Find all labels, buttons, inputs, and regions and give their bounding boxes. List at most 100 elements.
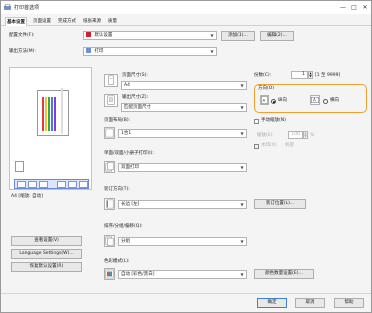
page-size-label: 页面尺寸(S): — [122, 73, 148, 78]
edit-profile-button[interactable]: 编辑(2)... — [260, 31, 294, 41]
page-view-icon[interactable] — [17, 181, 26, 188]
landscape-radio[interactable] — [323, 99, 328, 104]
restore-defaults-button[interactable]: 恢复默认设置(R) — [11, 262, 82, 272]
settings-view-icon[interactable] — [39, 181, 48, 188]
duplex-icon — [104, 161, 115, 173]
maximize-icon[interactable]: □ — [349, 3, 359, 12]
help-button[interactable]: 帮助 — [334, 298, 364, 308]
svg-text:A: A — [263, 98, 266, 103]
portrait-icon: A — [260, 95, 269, 105]
scale-stepper[interactable]: ▲ ▼ — [303, 131, 308, 139]
output-size-select[interactable]: 匹配页面尺寸 ▼ — [121, 103, 247, 112]
color-mode-value: 自动 [彩色/黑白] — [121, 272, 155, 277]
page-size-value: A4 — [124, 83, 130, 88]
add-profile-button[interactable]: 添加(1)... — [221, 31, 255, 41]
output-size-icon — [104, 94, 118, 107]
page-layout-value: 1合1 — [121, 131, 132, 136]
print-icon — [86, 48, 91, 53]
view-settings-button[interactable]: 查看设置(V) — [11, 236, 82, 246]
profile-label: 配置文件(F): — [9, 33, 35, 38]
collate-value: 分组 — [121, 239, 130, 244]
profile-value: 默认设置 — [94, 33, 113, 38]
landscape-label: 横向 — [330, 98, 339, 103]
chevron-down-icon: ▼ — [240, 272, 244, 277]
ok-button[interactable]: 确定 — [257, 298, 287, 308]
svg-text:A: A — [313, 98, 316, 103]
print-preview-panel — [9, 67, 92, 190]
tab-paper-source[interactable]: 纸张来源 — [82, 17, 102, 26]
color-mode-icon — [104, 268, 115, 280]
page-layout-icon — [104, 127, 115, 139]
page-size-icon — [104, 74, 118, 87]
chevron-down-icon: ▼ — [240, 131, 244, 136]
chevron-down-icon: ▼ — [240, 202, 244, 207]
footer-divider — [1, 293, 371, 294]
binding-value: 长边 [左] — [121, 202, 140, 207]
copies-input[interactable]: 1 — [291, 71, 308, 79]
preview-page — [37, 88, 69, 136]
cancel-button[interactable]: 取消 — [295, 298, 325, 308]
page-layout-label: 页面布局(B): — [104, 118, 131, 123]
color-mode-label: 色彩模式(L): — [104, 259, 130, 264]
chevron-down-icon: ▼ — [240, 239, 244, 244]
chevron-down-icon: ▼ — [240, 105, 244, 110]
print-preferences-window: 打印首选项 — □ ✕ 基本设置 页面设置 完成方式 纸张来源 质量 配置文件(… — [0, 0, 372, 313]
close-icon[interactable]: ✕ — [360, 3, 370, 12]
color-view-icon[interactable] — [68, 181, 77, 188]
chevron-down-icon: ▼ — [210, 33, 214, 38]
portrait-radio[interactable] — [271, 99, 276, 104]
manual-scaling-checkbox[interactable] — [254, 119, 259, 124]
profile-icon — [86, 32, 91, 37]
output-size-value: 匹配页面尺寸 — [124, 105, 151, 110]
binding-icon — [104, 198, 115, 210]
title-bar: 打印首选项 — □ ✕ — [1, 1, 371, 14]
tab-quality[interactable]: 质量 — [107, 17, 118, 26]
tab-finishing[interactable]: 完成方式 — [57, 17, 77, 26]
tab-page-setup[interactable]: 页面设置 — [32, 17, 52, 26]
collate-icon — [104, 235, 115, 247]
output-method-value: 打印 — [94, 49, 104, 54]
chevron-down-icon: ▼ — [210, 49, 214, 54]
minimize-icon[interactable]: — — [338, 3, 348, 12]
preview-caption: A4 [缩放: 自动] — [11, 194, 43, 199]
info-view-icon[interactable] — [79, 181, 88, 188]
preview-thumbnail-icon — [15, 161, 24, 172]
binding-location-button[interactable]: 装订位置(L)... — [254, 199, 306, 209]
duplex-view-icon[interactable] — [57, 181, 66, 188]
scale-unit: % — [310, 133, 315, 138]
color-mode-select[interactable]: 自动 [彩色/黑白] ▼ — [118, 270, 247, 279]
collate-select[interactable]: 分组 ▼ — [118, 237, 247, 246]
profile-select[interactable]: 默认设置 ▼ — [83, 31, 217, 40]
duplex-value: 双面打印 — [121, 165, 139, 170]
printer-view-icon[interactable] — [28, 181, 37, 188]
chevron-down-icon: ▼ — [240, 83, 244, 88]
copies-range: [1 至 9999] — [315, 73, 341, 78]
output-method-label: 输出方法(M): — [9, 49, 36, 54]
output-method-select[interactable]: 打印 ▼ — [83, 47, 217, 56]
orientation-label: 方向(O) — [258, 86, 275, 91]
collate-label: 排序/分组/偏移(Q): — [104, 224, 143, 229]
scale-label: 缩放(E): — [257, 133, 274, 138]
scale-input[interactable]: 100 — [288, 131, 303, 139]
binding-select[interactable]: 长边 [左] ▼ — [118, 200, 247, 209]
preview-mode-toolbar — [14, 179, 89, 189]
window-title: 打印首选项 — [14, 5, 40, 11]
landscape-icon: A — [310, 95, 320, 105]
color-count-settings-button[interactable]: 颜色数量设置(E)... — [254, 269, 314, 279]
language-settings-button[interactable]: Language Settings(W)... — [11, 249, 82, 259]
watermark-value: 机密 — [285, 143, 294, 148]
page-size-select[interactable]: A4 ▼ — [121, 81, 247, 90]
copies-stepper[interactable]: ▲ ▼ — [308, 71, 313, 79]
manual-scaling-label: 手动缩放(N) — [261, 118, 286, 123]
tab-bar: 基本设置 页面设置 完成方式 纸张来源 质量 — [1, 15, 371, 26]
page-layout-select[interactable]: 1合1 ▼ — [118, 129, 247, 138]
portrait-label: 纵向 — [278, 98, 287, 103]
duplex-select[interactable]: 双面打印 ▼ — [118, 163, 247, 172]
tab-basic-settings[interactable]: 基本设置 — [5, 17, 27, 26]
watermark-checkbox[interactable] — [254, 144, 259, 149]
binding-label: 装订方向(T): — [104, 187, 130, 192]
chevron-down-icon: ▼ — [240, 165, 244, 170]
watermark-label: 水印(X) — [261, 143, 277, 148]
duplex-label: 单面/双面/小册子打印(I): — [104, 151, 154, 156]
output-size-label: 输出尺寸(Z): — [122, 95, 149, 100]
